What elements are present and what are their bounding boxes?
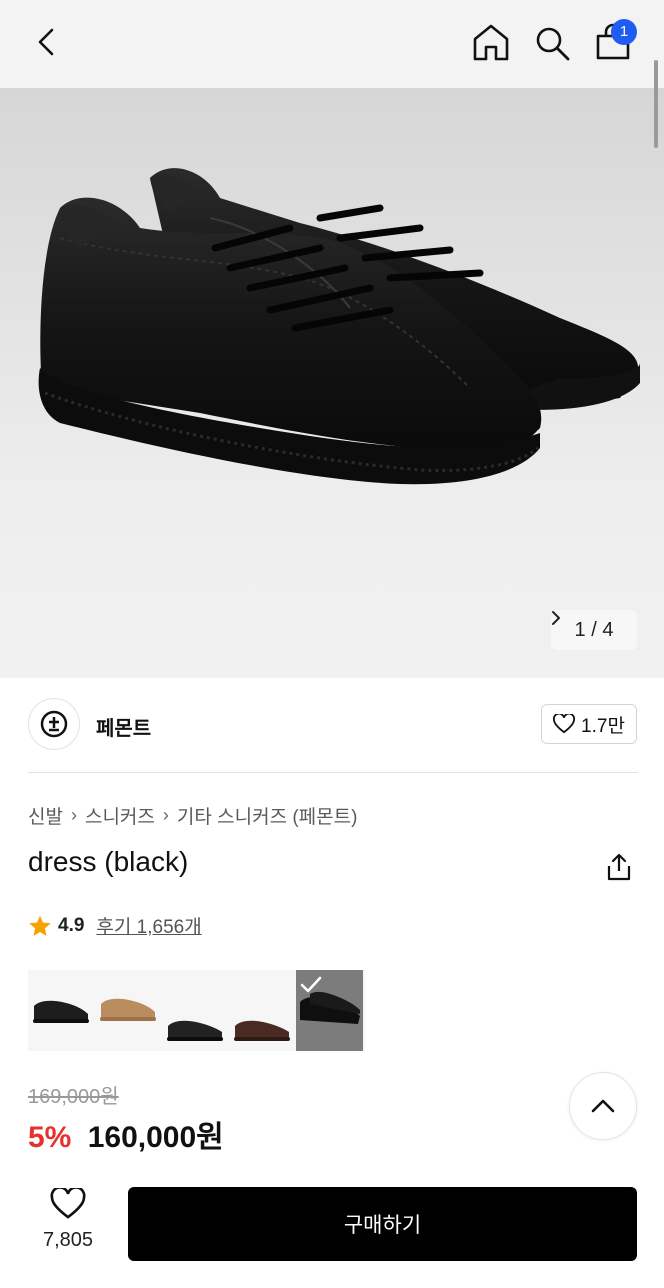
home-icon[interactable]: [472, 22, 510, 62]
brand-logo-icon: [40, 710, 68, 738]
brand-like-count: 1.7만: [581, 715, 625, 737]
breadcrumb-item[interactable]: 기타 스니커즈 (페몬트): [177, 802, 358, 829]
rating-summary: 4.9 후기 1,656개: [28, 912, 202, 939]
brand-logo[interactable]: [28, 698, 80, 750]
search-icon[interactable]: [533, 24, 571, 62]
buy-button[interactable]: 구매하기: [128, 1187, 637, 1261]
heart-icon: [553, 714, 576, 734]
bottom-like-count: 7,805: [42, 1229, 94, 1251]
back-icon[interactable]: [30, 24, 66, 60]
cart-count-badge: 1: [611, 19, 637, 45]
chevron-right-icon: [552, 611, 560, 625]
chevron-up-icon: [591, 1099, 615, 1113]
color-option-tan-suede[interactable]: [95, 970, 162, 1051]
counter-current: 1: [574, 618, 586, 641]
original-price: 169,000원: [28, 1086, 119, 1108]
price-row: 5% 160,000원: [28, 1112, 224, 1156]
color-option-black-leather[interactable]: [162, 970, 229, 1051]
chevron-right-icon: ›: [70, 805, 77, 825]
brand-name[interactable]: 페몬트: [96, 712, 151, 741]
chevron-right-icon: ›: [162, 805, 169, 825]
shoe-thumbnail: [33, 1000, 89, 1023]
shoe-thumbnail: [167, 1020, 223, 1041]
breadcrumb-item[interactable]: 스니커즈: [85, 802, 155, 829]
top-nav-bar: 1: [0, 0, 664, 88]
color-option-black-selected[interactable]: [296, 970, 363, 1051]
breadcrumb-item[interactable]: 신발: [28, 802, 63, 829]
breadcrumb: 신발 › 스니커즈 › 기타 스니커즈 (페몬트): [28, 802, 357, 829]
shoe-thumbnail: [234, 1020, 290, 1041]
color-option-brown-suede[interactable]: [229, 970, 296, 1051]
color-options: [28, 970, 365, 1051]
counter-total: 4: [602, 618, 614, 641]
brand-like-button[interactable]: 1.7만: [541, 704, 637, 744]
heart-icon: [50, 1186, 86, 1219]
scrollbar-thumb[interactable]: [654, 60, 658, 148]
share-icon[interactable]: [604, 852, 634, 882]
sale-price: 160,000원: [87, 1121, 224, 1154]
image-page-counter[interactable]: 1 / 4: [551, 610, 637, 650]
counter-separator: /: [591, 618, 597, 641]
scroll-to-top-button[interactable]: [569, 1072, 637, 1140]
color-option-black-suede[interactable]: [28, 970, 95, 1051]
check-icon: [300, 976, 322, 993]
bottom-like-button[interactable]: 7,805: [30, 1186, 106, 1262]
reviews-link[interactable]: 후기 1,656개: [96, 912, 201, 939]
product-title: dress (black): [28, 846, 189, 877]
product-photo-shoes: [38, 168, 640, 485]
shoe-thumbnail: [100, 998, 156, 1021]
product-image-gallery[interactable]: 1 / 4: [0, 88, 664, 678]
discount-rate: 5%: [28, 1121, 72, 1154]
divider: [28, 772, 638, 773]
star-icon: [29, 915, 51, 936]
rating-score: 4.9: [58, 914, 85, 936]
brand-row: 페몬트 1.7만: [28, 698, 638, 752]
